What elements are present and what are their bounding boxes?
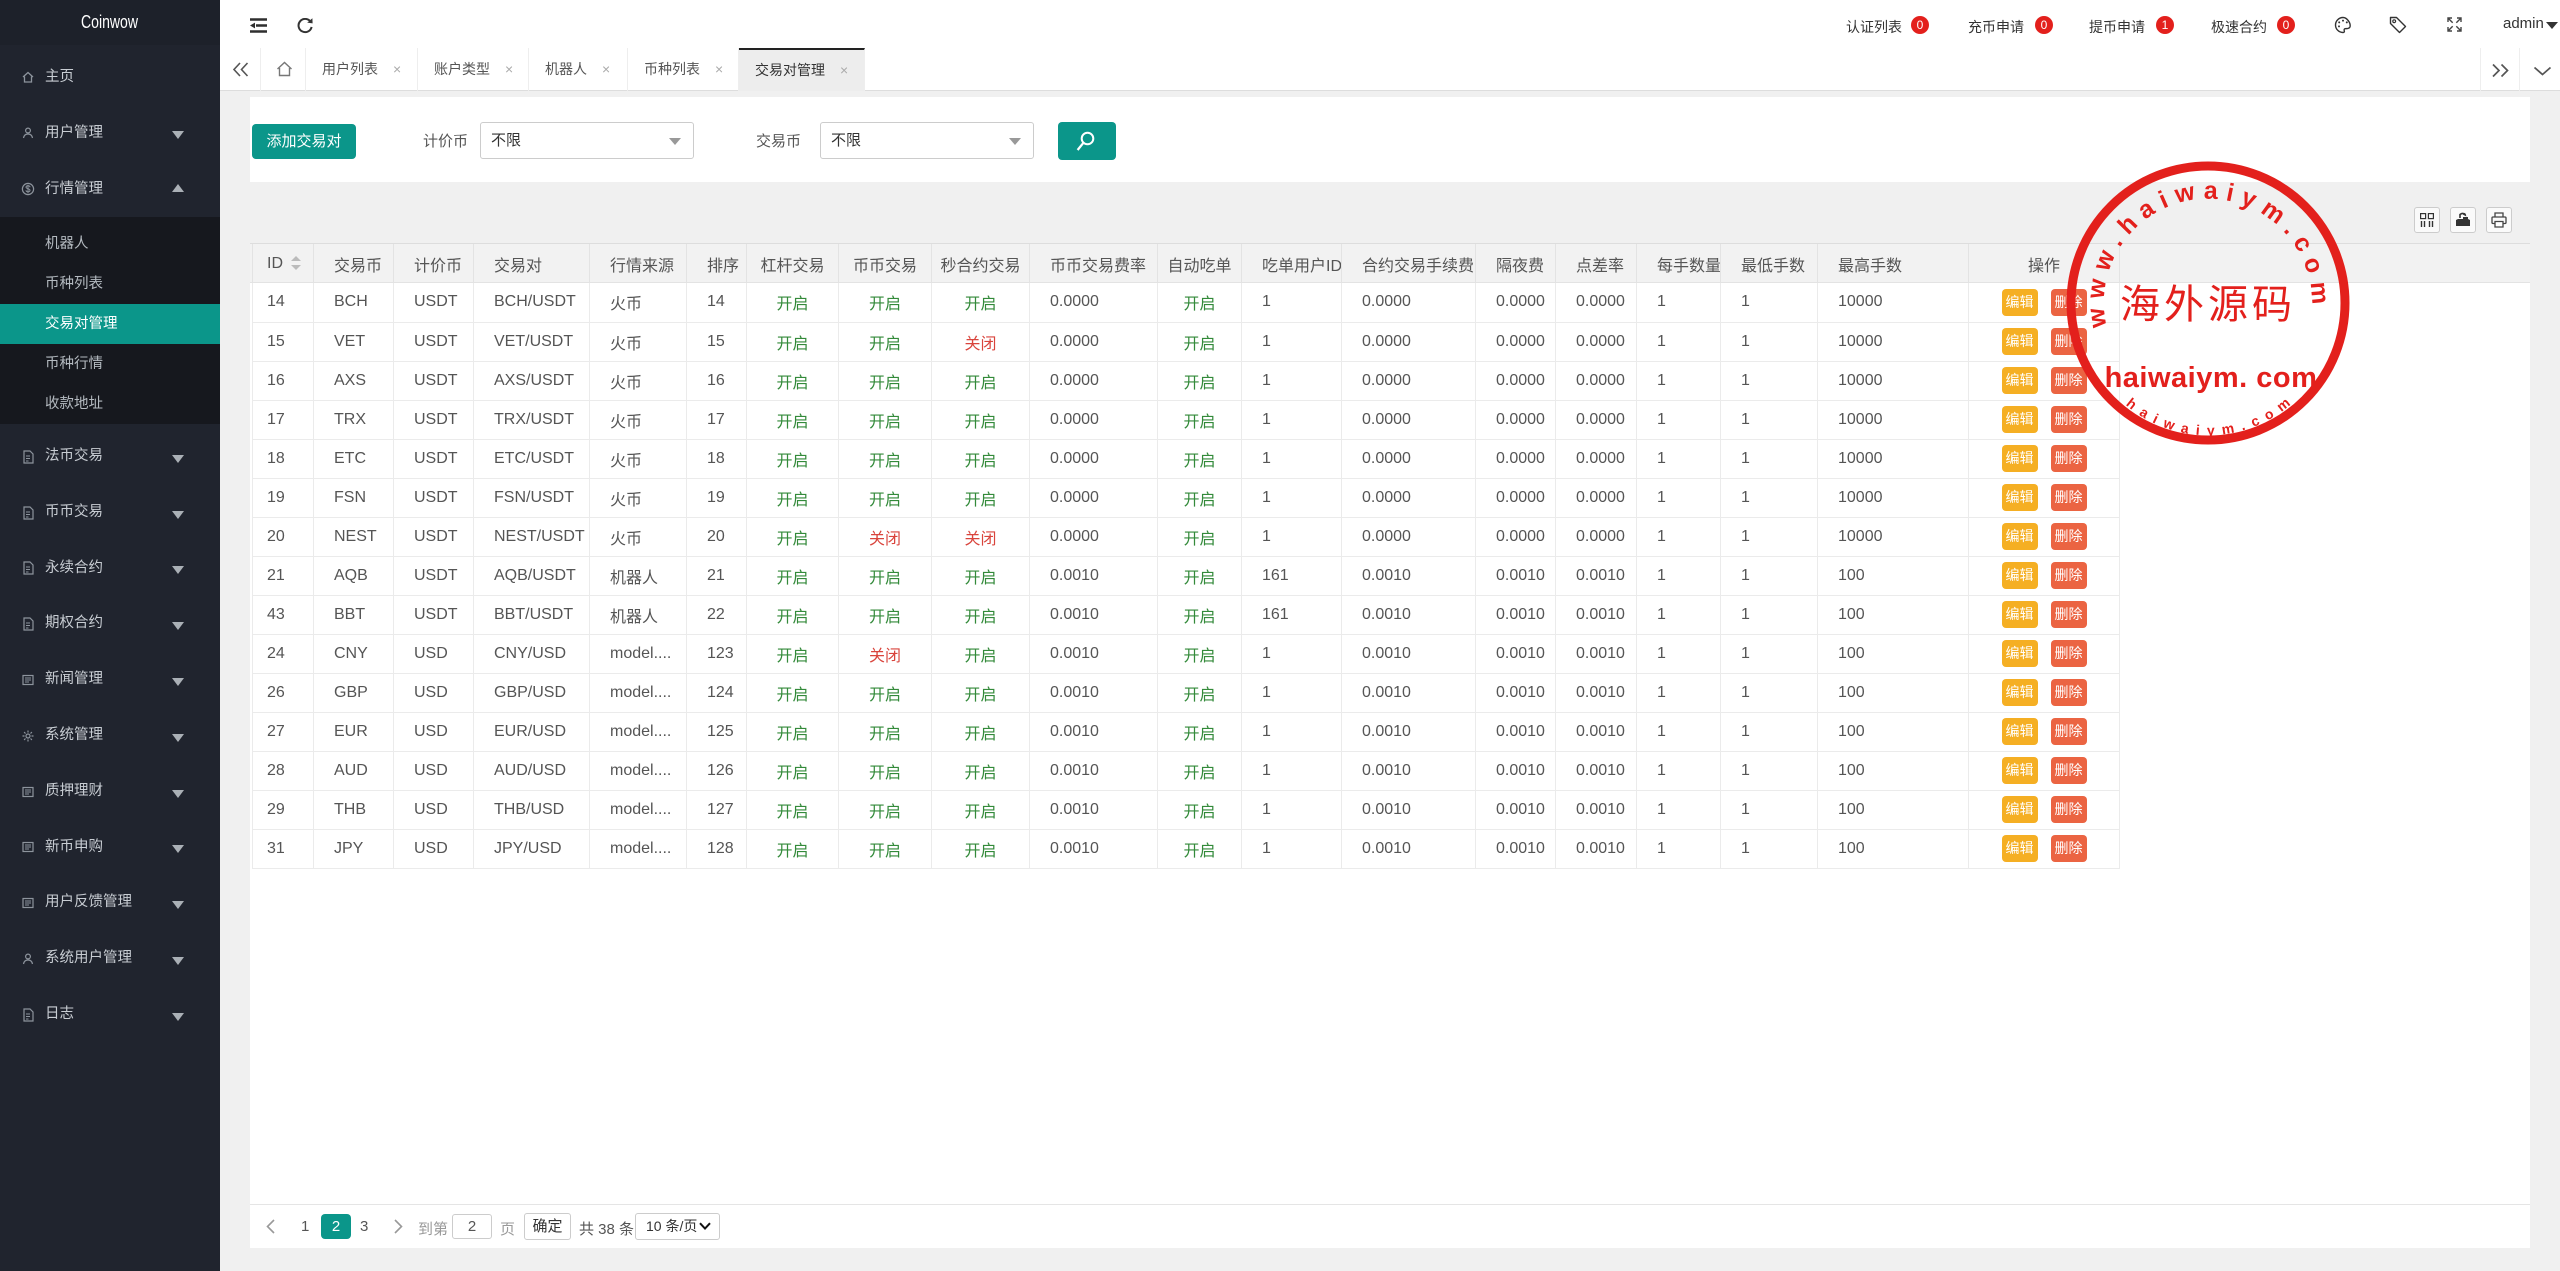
svg-text:haiwaiym. com: haiwaiym. com [2105,362,2318,394]
svg-text:h a i w a i y m . c o m: h a i w a i y m . c o m [2124,394,2293,438]
svg-text:海外源码: 海外源码 [2120,282,2296,327]
